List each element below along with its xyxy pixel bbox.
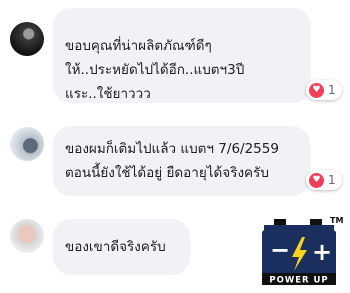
tagline: POWER UP (269, 276, 328, 286)
reaction-badge[interactable]: ♥ 1 (306, 80, 342, 100)
comment-text: แระ..ใช้ยาววว (65, 86, 151, 102)
reaction-count: 1 (328, 83, 336, 97)
heart-icon: ♥ (309, 82, 324, 98)
comment-bubble: ขอบคุณที่น่าผลิตภัณฑ์ดีๆ ให้..ประหยัดไปไ… (53, 8, 311, 103)
comment-text: ตอนนี้ยังใช้ได้อยู่ ยืดอายุได้จริงครับ (65, 165, 269, 181)
battery-terminal-left (274, 219, 286, 226)
comment-text: ให้..ประหยัดไปได้อีก..แบตฯ3ปี (65, 62, 245, 78)
battery-top (264, 225, 334, 230)
power-up-logo: TM − + POWER UP (262, 216, 343, 286)
avatar[interactable] (10, 22, 44, 56)
comment-text: ขอบคุณที่น่าผลิตภัณฑ์ดีๆ (65, 38, 212, 54)
comment-bubble: ของผมก็เติมไปแล้ว แบตฯ 7/6/2559 ตอนนี้ยั… (53, 126, 310, 196)
heart-icon: ♥ (309, 172, 324, 188)
minus-sign: − (270, 236, 290, 264)
comment-text: ของเขาดีจริงครับ (65, 239, 166, 255)
comment-text: ของผมก็เติมไปแล้ว แบตฯ 7/6/2559 (65, 141, 279, 157)
avatar[interactable] (10, 219, 44, 253)
avatar[interactable] (10, 127, 44, 161)
trademark-label: TM (330, 216, 343, 225)
reaction-count: 1 (328, 173, 336, 187)
reaction-badge[interactable]: ♥ 1 (306, 170, 342, 190)
plus-sign: + (312, 238, 332, 266)
battery-terminal-right (310, 219, 322, 226)
comment-bubble: ของเขาดีจริงครับ (53, 219, 190, 275)
